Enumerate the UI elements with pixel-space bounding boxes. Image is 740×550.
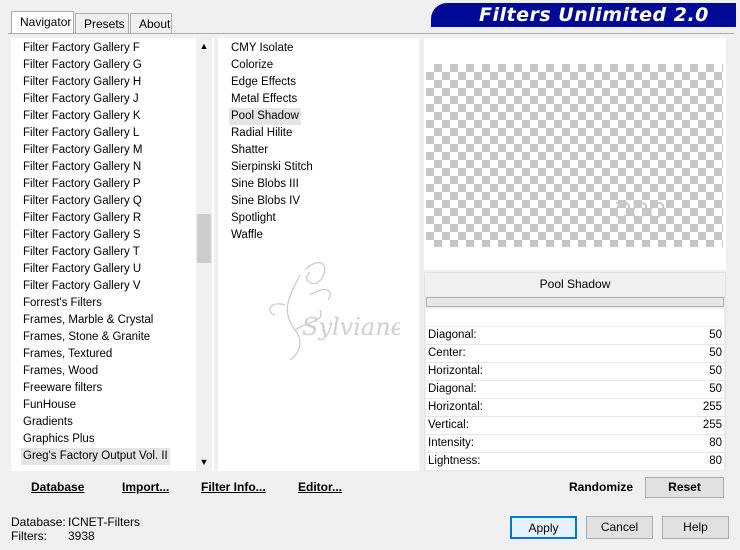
help-button[interactable]: Help (662, 516, 729, 539)
cancel-button[interactable]: Cancel (586, 516, 653, 539)
param-slider[interactable]: Lightness: 80 (426, 453, 724, 471)
param-track (426, 470, 724, 471)
param-slider[interactable]: Diagonal: 50 (426, 381, 724, 399)
category-item[interactable]: Filter Factory Gallery R (23, 210, 141, 227)
category-item[interactable]: Graphics Plus (23, 431, 95, 448)
category-item[interactable]: Filter Factory Gallery M (23, 142, 143, 159)
tab-presets[interactable]: Presets (75, 13, 129, 33)
filters-count-label: Filters: (11, 529, 47, 543)
param-value: 50 (709, 329, 722, 341)
filter-item[interactable]: Sierpinski Stitch (229, 159, 315, 176)
category-scrollbar[interactable]: ▲ ▼ (196, 38, 212, 471)
reset-button[interactable]: Reset (645, 477, 724, 498)
category-item[interactable]: Filter Factory Gallery Q (23, 193, 142, 210)
watermark-logo: Sylviane (269, 261, 400, 361)
scroll-up-icon[interactable]: ▲ (196, 38, 212, 55)
category-item[interactable]: Greg's Factory Output Vol. II (21, 448, 170, 465)
category-item[interactable]: Frames, Wood (23, 363, 98, 380)
randomize-button[interactable]: Randomize (569, 480, 633, 494)
param-label: Vertical: (428, 419, 469, 431)
category-item[interactable]: Filter Factory Gallery F (23, 40, 140, 57)
param-slider[interactable]: Diagonal: 50 (426, 327, 724, 345)
category-item[interactable]: Gradients (23, 414, 73, 431)
database-button[interactable]: Database (31, 480, 84, 494)
filter-progress-bar (426, 297, 724, 307)
param-slider[interactable]: Intensity: 80 (426, 435, 724, 453)
category-item[interactable]: Filter Factory Gallery G (23, 57, 142, 74)
filter-item[interactable]: Radial Hilite (229, 125, 294, 142)
category-item[interactable]: Filter Factory Gallery K (23, 108, 141, 125)
category-item[interactable]: Filter Factory Gallery V (23, 278, 141, 295)
param-value: 255 (702, 401, 722, 413)
category-item[interactable]: FunHouse (23, 397, 76, 414)
tab-divider (8, 33, 734, 34)
filter-item[interactable]: CMY Isolate (229, 40, 295, 57)
scroll-thumb[interactable] (197, 214, 211, 263)
category-item[interactable]: Filter Factory Gallery S (23, 227, 141, 244)
param-value: 80 (709, 455, 722, 467)
category-item[interactable]: Frames, Textured (23, 346, 112, 363)
param-label: Intensity: (428, 437, 475, 449)
param-label: Diagonal: (428, 383, 477, 395)
category-item[interactable]: Filter Factory Gallery J (23, 91, 139, 108)
filter-item[interactable]: Waffle (229, 227, 265, 244)
filter-item[interactable]: Pool Shadow (229, 108, 301, 125)
import-button[interactable]: Import... (122, 480, 169, 494)
category-item[interactable]: Filter Factory Gallery U (23, 261, 141, 278)
filter-item[interactable]: Spotlight (229, 210, 278, 227)
svg-text:Sylviane: Sylviane (302, 313, 400, 341)
param-value: 50 (709, 347, 722, 359)
database-value: ICNET-Filters (68, 515, 140, 529)
category-item[interactable]: Frames, Marble & Crystal (23, 312, 153, 329)
scroll-down-icon[interactable]: ▼ (196, 454, 212, 471)
category-item[interactable]: Filter Factory Gallery L (23, 125, 139, 142)
param-value: 255 (702, 419, 722, 431)
param-value: 50 (709, 383, 722, 395)
filter-item[interactable]: Sine Blobs III (229, 176, 301, 193)
preview-watermark: ꝹꝹꝹ (612, 199, 664, 224)
param-label: Horizontal: (428, 401, 483, 413)
param-label: Diagonal: (428, 329, 477, 341)
filter-info-button[interactable]: Filter Info... (201, 480, 266, 494)
database-label: Database: (11, 515, 66, 529)
params-header-strip (426, 309, 724, 326)
filters-count-value: 3938 (68, 529, 95, 543)
category-item[interactable]: Filter Factory Gallery T (23, 244, 140, 261)
param-label: Horizontal: (428, 365, 483, 377)
filter-item[interactable]: Shatter (229, 142, 270, 159)
filter-item[interactable]: Sine Blobs IV (229, 193, 302, 210)
tab-navigator[interactable]: Navigator (11, 11, 74, 34)
category-item[interactable]: Filter Factory Gallery H (23, 74, 141, 91)
param-value: 80 (709, 437, 722, 449)
param-slider[interactable]: Horizontal: 50 (426, 363, 724, 381)
category-item[interactable]: Frames, Stone & Granite (23, 329, 150, 346)
filter-item[interactable]: Colorize (229, 57, 275, 74)
tab-about[interactable]: About (130, 13, 172, 33)
param-label: Lightness: (428, 455, 481, 467)
category-item[interactable]: Filter Factory Gallery N (23, 159, 141, 176)
param-label: Center: (428, 347, 466, 359)
param-slider[interactable]: Horizontal: 255 (426, 399, 724, 417)
category-item[interactable]: Filter Factory Gallery P (23, 176, 141, 193)
param-slider[interactable]: Center: 50 (426, 345, 724, 363)
param-slider[interactable]: Vertical: 255 (426, 417, 724, 435)
filter-item[interactable]: Edge Effects (229, 74, 298, 91)
editor-button[interactable]: Editor... (298, 480, 342, 494)
category-item[interactable]: Freeware filters (23, 380, 102, 397)
app-title: Filters Unlimited 2.0 (431, 3, 736, 27)
filter-item[interactable]: Metal Effects (229, 91, 299, 108)
category-item[interactable]: Forrest's Filters (23, 295, 102, 312)
param-value: 50 (709, 365, 722, 377)
preview-checkerboard (426, 64, 723, 247)
apply-button[interactable]: Apply (510, 516, 577, 539)
filter-name: Pool Shadow (426, 274, 724, 295)
